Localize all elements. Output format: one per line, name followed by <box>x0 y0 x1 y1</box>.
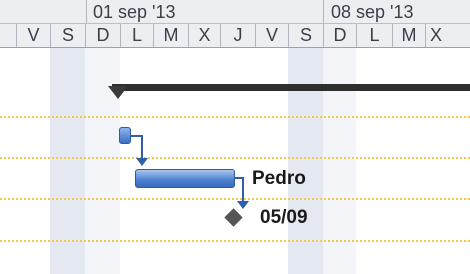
milestone-date-label: 05/09 <box>260 207 308 228</box>
day-cell: L <box>356 24 392 47</box>
summary-task-bar[interactable] <box>112 84 470 91</box>
row-gridline <box>0 157 470 159</box>
gantt-chart: 01 sep '13 08 sep '13 V S D L M X J V S … <box>0 0 470 274</box>
task-bar[interactable] <box>119 127 131 144</box>
day-cell: X <box>425 24 470 47</box>
day-cell: L <box>120 24 153 47</box>
week-separator <box>323 0 324 23</box>
day-cell: M <box>153 24 188 47</box>
day-cell: J <box>220 24 255 47</box>
timescale-bottom-tier: V S D L M X J V S D L M X <box>0 24 470 48</box>
task-bar[interactable] <box>135 169 235 188</box>
week-label: 01 sep '13 <box>93 2 176 22</box>
day-cell: S <box>288 24 323 47</box>
row-gridline <box>0 240 470 242</box>
dependency-link <box>242 177 244 202</box>
timescale-top-tier: 01 sep '13 08 sep '13 <box>0 0 470 24</box>
day-cell: V <box>16 24 50 47</box>
day-cell: X <box>188 24 220 47</box>
task-resource-label: Pedro <box>252 168 306 189</box>
dependency-arrow-icon <box>136 158 148 166</box>
day-cell: M <box>392 24 425 47</box>
week-label: 08 sep '13 <box>331 2 414 22</box>
row-gridline <box>0 198 470 200</box>
day-cell: D <box>323 24 356 47</box>
day-cell: S <box>50 24 85 47</box>
dependency-link <box>141 135 143 159</box>
row-gridline <box>0 116 470 118</box>
dependency-arrow-icon <box>237 201 249 209</box>
summary-start-marker <box>108 86 128 99</box>
day-cell: V <box>255 24 288 47</box>
day-cell: D <box>85 24 120 47</box>
week-separator <box>86 0 87 23</box>
